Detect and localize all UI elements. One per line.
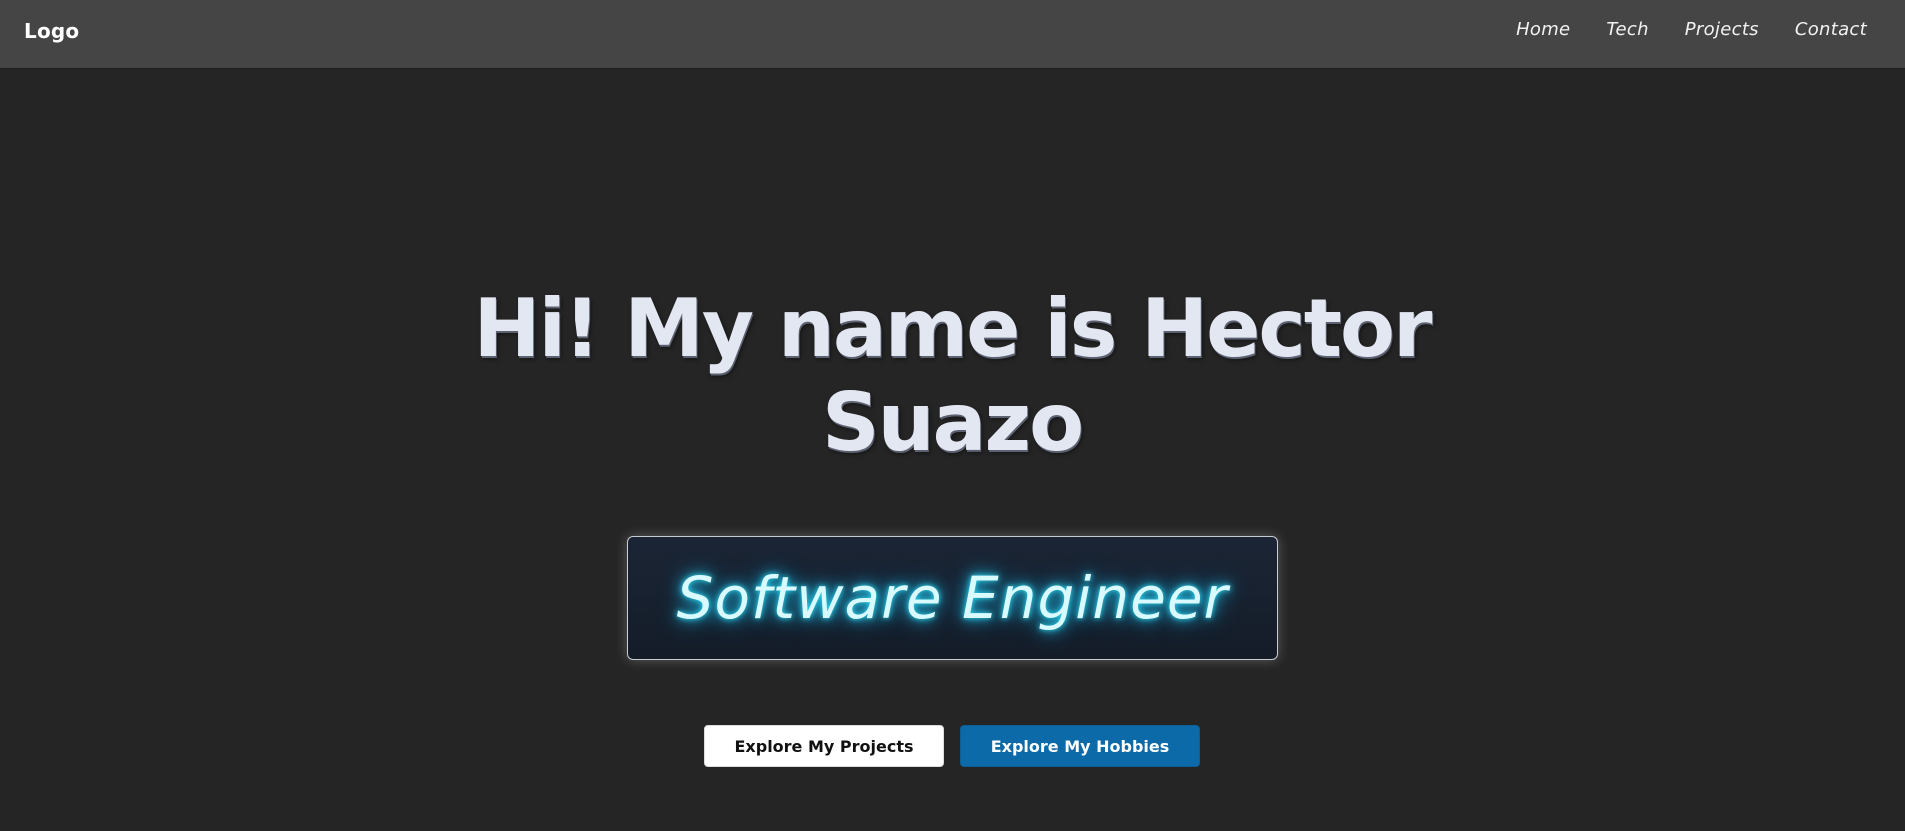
- role-banner: Software Engineer: [627, 536, 1278, 660]
- explore-hobbies-button[interactable]: Explore My Hobbies: [960, 725, 1200, 767]
- top-navbar: Logo Home Tech Projects Contact: [0, 0, 1905, 69]
- hero-title-line1: Hi! My name is Hector: [473, 282, 1433, 375]
- role-text: Software Engineer: [676, 564, 1229, 632]
- nav-link-tech[interactable]: Tech: [1606, 19, 1648, 40]
- logo[interactable]: Logo: [24, 19, 79, 43]
- nav-link-projects[interactable]: Projects: [1685, 19, 1759, 40]
- nav-links: Home Tech Projects Contact: [1516, 19, 1867, 40]
- explore-projects-button[interactable]: Explore My Projects: [704, 725, 944, 767]
- nav-link-contact[interactable]: Contact: [1795, 19, 1867, 40]
- nav-link-home[interactable]: Home: [1516, 19, 1570, 40]
- hero-title-line2: Suazo: [821, 376, 1084, 469]
- hero-title: Hi! My name is Hector Suazo: [452, 282, 1452, 470]
